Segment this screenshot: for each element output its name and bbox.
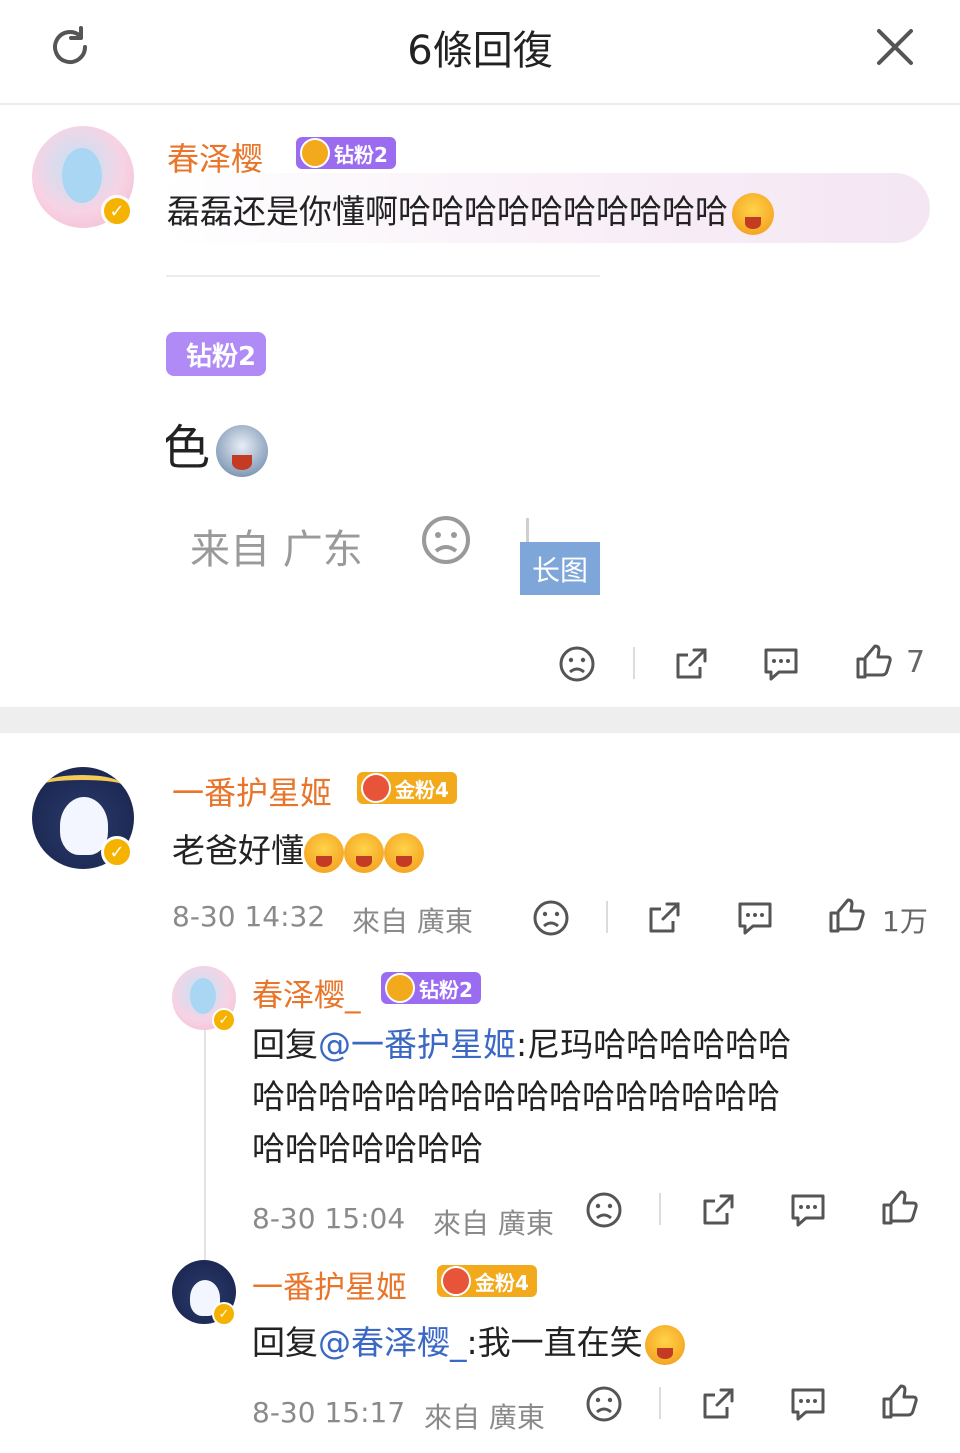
thread-line [204, 1030, 206, 1260]
reply-location: 來自 廣東 [424, 1401, 545, 1434]
laughing-emoji-icon [344, 832, 384, 873]
crown-icon [361, 773, 391, 803]
reply-date: 8-30 15:17 [252, 1396, 406, 1429]
like-icon[interactable] [878, 1187, 920, 1229]
laughing-emoji-icon [384, 832, 424, 873]
like-icon[interactable] [825, 895, 867, 937]
reply-text: 回复@春泽樱_:我一直在笑 [252, 1316, 685, 1365]
crown-icon [441, 1266, 471, 1296]
fan-badge: 钻粉2 [381, 972, 481, 1004]
mention-link[interactable]: @一番护星姬 [318, 1025, 516, 1064]
comment-icon[interactable] [787, 1189, 829, 1231]
image-fan-badge: 钻粉2 [166, 332, 267, 376]
verified-badge-icon: ✓ [101, 195, 133, 227]
dislike-icon[interactable] [583, 1383, 625, 1425]
like-icon[interactable] [852, 641, 894, 683]
reply-date: 8-30 15:04 [252, 1202, 406, 1235]
image-meta: 来自 广东 [190, 527, 363, 573]
share-icon[interactable] [670, 643, 712, 685]
close-icon[interactable] [870, 22, 920, 72]
fan-badge-label: 钻粉2 [334, 142, 388, 167]
comment-date: 8-30 14:32 [172, 900, 326, 933]
fan-badge-label: 钻粉2 [419, 977, 473, 1002]
dislike-icon[interactable] [556, 643, 598, 685]
comment-text: 老爸好懂 [172, 824, 424, 873]
laughing-emoji-icon [732, 192, 774, 235]
header-bar: 6條回復 [0, 0, 960, 105]
comment-location: 來自 廣東 [352, 905, 473, 938]
verified-badge-icon: ✓ [212, 1008, 236, 1032]
share-icon[interactable] [697, 1383, 739, 1425]
reply-text: 回复@一番护星姬:尼玛哈哈哈哈哈哈 哈哈哈哈哈哈哈哈哈哈哈哈哈哈哈哈 哈哈哈哈哈… [252, 1025, 792, 1168]
section-divider [0, 707, 960, 733]
long-image-label: 长图 [520, 542, 600, 595]
comment-icon[interactable] [787, 1383, 829, 1425]
share-icon[interactable] [643, 897, 685, 939]
comment-icon[interactable] [760, 643, 802, 685]
crown-icon [385, 973, 415, 1003]
divider [659, 1193, 661, 1225]
fan-badge: 金粉4 [437, 1265, 537, 1297]
reply-location: 來自 廣東 [433, 1207, 554, 1240]
fan-badge-label: 金粉4 [395, 777, 449, 802]
crown-icon [300, 138, 330, 168]
fan-badge-label: 金粉4 [475, 1270, 529, 1295]
image-sad-icon [420, 514, 472, 566]
like-count: 7 [906, 645, 926, 680]
divider [659, 1387, 661, 1419]
username[interactable]: 一番护星姬 [172, 768, 332, 814]
fan-badge: 金粉4 [357, 772, 457, 804]
comment-icon[interactable] [734, 897, 776, 939]
verified-badge-icon: ✓ [212, 1302, 236, 1326]
dislike-icon[interactable] [583, 1189, 625, 1231]
share-icon[interactable] [697, 1189, 739, 1231]
username[interactable]: 一番护星姬 [252, 1262, 407, 1307]
dislike-icon[interactable] [530, 897, 572, 939]
fan-badge: 钻粉2 [296, 137, 396, 169]
crying-laughing-emoji-icon [644, 1324, 685, 1365]
image-divider [166, 275, 600, 277]
husky-emoji-icon [216, 425, 269, 477]
verified-badge-icon: ✓ [101, 836, 133, 868]
like-icon[interactable] [878, 1381, 920, 1423]
laughing-emoji-icon [304, 832, 344, 873]
image-text: 色 [166, 408, 269, 478]
divider [633, 647, 635, 679]
username[interactable]: 春泽樱_ [252, 970, 361, 1015]
like-count: 1万 [882, 905, 928, 938]
page-title: 6條回復 [407, 28, 553, 74]
divider [606, 901, 608, 933]
comment-text: 磊磊还是你懂啊哈哈哈哈哈哈哈哈哈哈 [167, 185, 774, 235]
mention-link[interactable]: @春泽樱_ [318, 1323, 467, 1362]
